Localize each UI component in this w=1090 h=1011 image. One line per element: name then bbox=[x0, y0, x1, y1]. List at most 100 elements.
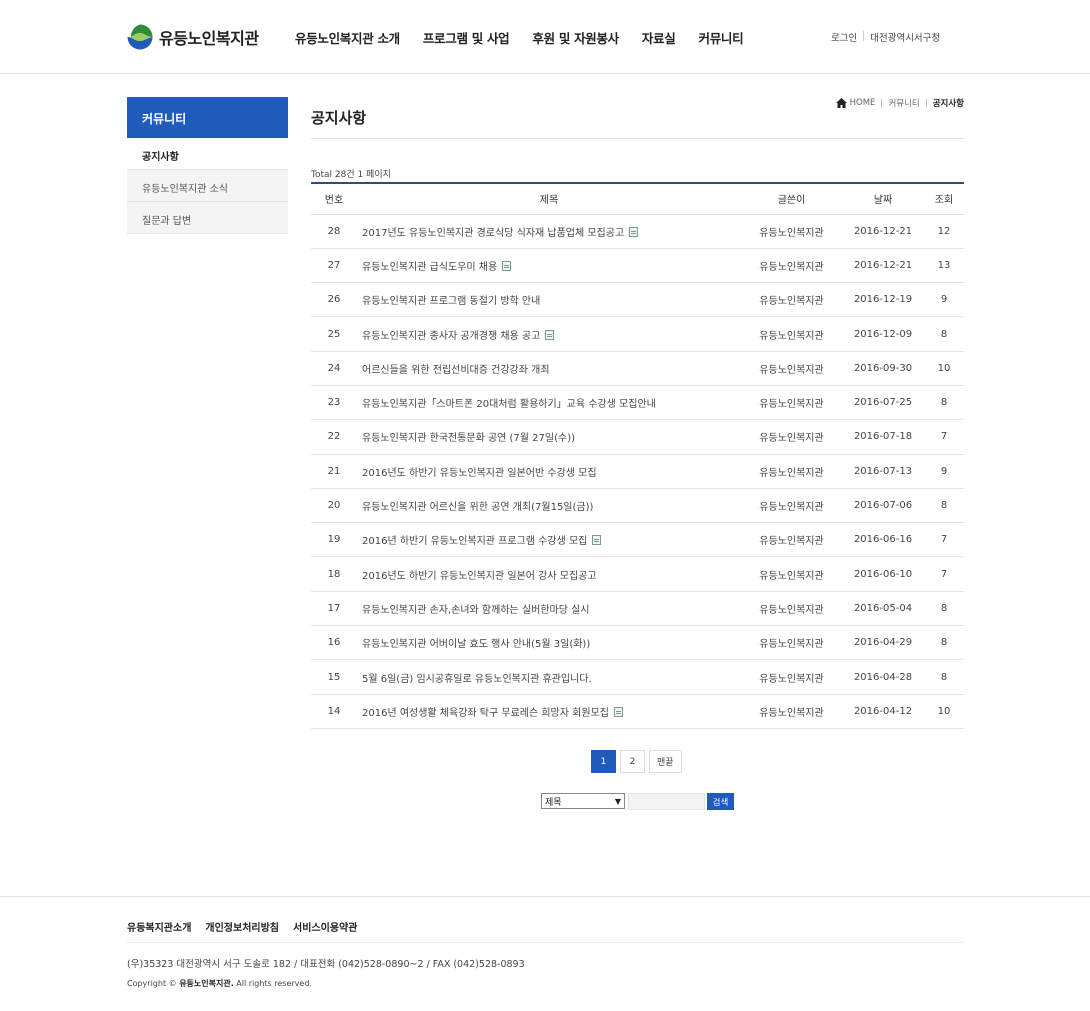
row-subject-cell: 유등노인복지관 어르신을 위한 공연 개최(7월15일(금)) bbox=[357, 488, 741, 524]
row-subject-link[interactable]: 유등노인복지관 프로그램 동절기 방학 안내 bbox=[362, 296, 540, 307]
row-subject-cell: 유등노인복지관 프로그램 동절기 방학 안내 bbox=[357, 282, 741, 318]
row-subject-link[interactable]: 유등노인복지관 급식도우미 채용 bbox=[362, 262, 497, 273]
row-subject-link[interactable]: 유등노인복지관「스마트폰 20대처럼 활용하기」교육 수강생 모집안내 bbox=[362, 399, 656, 410]
row-hits: 10 bbox=[924, 351, 964, 386]
table-row[interactable]: 16 유등노인복지관 어버이날 효도 행사 안내(5월 3일(화)) 유등노인복지관… bbox=[311, 625, 964, 661]
last-page-button[interactable]: 맨끝 bbox=[649, 750, 682, 773]
sidebar-item-qna[interactable]: 질문과 답변 bbox=[127, 202, 288, 234]
nav-item-community[interactable]: 커뮤니티 bbox=[699, 28, 744, 47]
row-subject-cell: 유등노인복지관 한국전통문화 공연 (7월 27일(수)) bbox=[357, 419, 741, 455]
footer-link-about[interactable]: 유등복지관소개 bbox=[127, 919, 191, 934]
search-input[interactable] bbox=[628, 793, 705, 810]
row-number: 20 bbox=[311, 488, 357, 524]
copyright-suffix: All rights reserved. bbox=[236, 979, 312, 988]
row-subject-cell: 2016년 하반기 유등노인복지관 프로그램 수강생 모집 bbox=[357, 522, 741, 558]
row-number: 23 bbox=[311, 385, 357, 421]
row-subject-link[interactable]: 2016년 하반기 유등노인복지관 프로그램 수강생 모집 bbox=[362, 536, 587, 547]
row-subject-link[interactable]: 2017년도 유등노인복지관 경로식당 식자재 납품업체 모집공고 bbox=[362, 228, 624, 239]
table-row[interactable]: 18 2016년도 하반기 유등노인복지관 일본어 강사 모집공고 유등노인복지관 2… bbox=[311, 556, 964, 592]
attachment-icon bbox=[545, 329, 555, 340]
attachment-icon bbox=[592, 535, 602, 546]
row-writer: 유등노인복지관 bbox=[741, 385, 842, 421]
row-writer: 유등노인복지관 bbox=[741, 591, 842, 627]
table-row[interactable]: 28 2017년도 유등노인복지관 경로식당 식자재 납품업체 모집공고 유등노인복… bbox=[311, 214, 964, 249]
search-bar: 제목 ▼ 검색 bbox=[541, 793, 734, 810]
row-writer: 유등노인복지관 bbox=[741, 694, 842, 729]
footer-link-terms[interactable]: 서비스이용약관 bbox=[293, 919, 357, 934]
row-subject-cell: 2016년도 하반기 유등노인복지관 일본어반 수강생 모집 bbox=[357, 454, 741, 489]
utility-links: 로그인 대전광역시서구청 bbox=[831, 30, 940, 44]
divider bbox=[311, 138, 964, 139]
search-button[interactable]: 검색 bbox=[707, 793, 734, 810]
breadcrumb: HOME 커뮤니티 공지사항 bbox=[835, 97, 964, 109]
row-subject-link[interactable]: 2016년 여성생활 체육강좌 탁구 무료레슨 희망자 회원모집 bbox=[362, 708, 609, 719]
city-link[interactable]: 대전광역시서구청 bbox=[870, 30, 940, 44]
row-number: 22 bbox=[311, 419, 357, 455]
site-logo[interactable]: 유등노인복지관 bbox=[127, 24, 259, 50]
row-writer: 유등노인복지관 bbox=[741, 454, 842, 489]
row-subject-link[interactable]: 2016년도 하반기 유등노인복지관 일본어반 수강생 모집 bbox=[362, 468, 597, 479]
page-1-button[interactable]: 1 bbox=[591, 750, 616, 773]
row-subject-cell: 2017년도 유등노인복지관 경로식당 식자재 납품업체 모집공고 bbox=[357, 214, 741, 249]
table-row[interactable]: 21 2016년도 하반기 유등노인복지관 일본어반 수강생 모집 유등노인복지관 2… bbox=[311, 454, 964, 489]
table-row[interactable]: 24 어르신들을 위한 전립선비대증 건강강좌 개최 유등노인복지관 2016-09-… bbox=[311, 351, 964, 386]
row-writer: 유등노인복지관 bbox=[741, 556, 842, 592]
row-date: 2016-07-13 bbox=[842, 454, 924, 489]
table-row[interactable]: 20 유등노인복지관 어르신을 위한 공연 개최(7월15일(금)) 유등노인복지관… bbox=[311, 488, 964, 524]
sidebar-item-news[interactable]: 유등노인복지관 소식 bbox=[127, 170, 288, 202]
row-date: 2016-04-12 bbox=[842, 694, 924, 729]
search-field-select[interactable]: 제목 ▼ bbox=[541, 793, 625, 809]
row-subject-link[interactable]: 유등노인복지관 종사자 공개경쟁 채용 공고 bbox=[362, 331, 540, 342]
table-row[interactable]: 15 5월 6일(금) 임시공휴일로 유등노인복지관 휴관입니다. 유등노인복지관 2… bbox=[311, 659, 964, 695]
row-subject-cell: 2016년 여성생활 체육강좌 탁구 무료레슨 희망자 회원모집 bbox=[357, 694, 741, 729]
breadcrumb-parent[interactable]: 커뮤니티 bbox=[888, 97, 919, 109]
table-row[interactable]: 17 유등노인복지관 손자,손녀와 함께하는 실버한마당 실시 유등노인복지관 201… bbox=[311, 591, 964, 627]
row-subject-link[interactable]: 어르신들을 위한 전립선비대증 건강강좌 개최 bbox=[362, 365, 550, 376]
login-link[interactable]: 로그인 bbox=[831, 30, 857, 44]
nav-item-programs[interactable]: 프로그램 및 사업 bbox=[423, 28, 510, 47]
nav-item-resources[interactable]: 자료실 bbox=[642, 28, 676, 47]
table-row[interactable]: 19 2016년 하반기 유등노인복지관 프로그램 수강생 모집 유등노인복지관 20… bbox=[311, 522, 964, 558]
row-subject-cell: 유등노인복지관 어버이날 효도 행사 안내(5월 3일(화)) bbox=[357, 625, 741, 661]
table-row[interactable]: 27 유등노인복지관 급식도우미 채용 유등노인복지관 2016-12-21 13 bbox=[311, 248, 964, 284]
row-date: 2016-12-21 bbox=[842, 214, 924, 249]
site-footer: 유등복지관소개 개인정보처리방침 서비스이용약관 (우)35323 대전광역시 … bbox=[0, 896, 1090, 1011]
table-row[interactable]: 23 유등노인복지관「스마트폰 20대처럼 활용하기」교육 수강생 모집안내 유등노… bbox=[311, 385, 964, 421]
row-subject-link[interactable]: 유등노인복지관 한국전통문화 공연 (7월 27일(수)) bbox=[362, 433, 575, 444]
nav-item-donation[interactable]: 후원 및 자원봉사 bbox=[532, 28, 619, 47]
divider bbox=[127, 942, 964, 943]
row-date: 2016-05-04 bbox=[842, 591, 924, 627]
page-2-button[interactable]: 2 bbox=[620, 750, 645, 773]
sidebar-item-notice[interactable]: 공지사항 bbox=[127, 138, 288, 170]
row-number: 25 bbox=[311, 316, 357, 352]
row-subject-link[interactable]: 유등노인복지관 손자,손녀와 함께하는 실버한마당 실시 bbox=[362, 605, 590, 616]
breadcrumb-home[interactable]: HOME bbox=[850, 98, 876, 108]
footer-link-privacy[interactable]: 개인정보처리방침 bbox=[205, 919, 279, 934]
row-number: 15 bbox=[311, 659, 357, 695]
row-number: 27 bbox=[311, 248, 357, 284]
breadcrumb-current: 공지사항 bbox=[932, 99, 964, 109]
row-subject-link[interactable]: 5월 6일(금) 임시공휴일로 유등노인복지관 휴관입니다. bbox=[362, 674, 592, 685]
sidebar-title: 커뮤니티 bbox=[127, 97, 288, 138]
row-number: 14 bbox=[311, 694, 357, 729]
row-subject-cell: 어르신들을 위한 전립선비대증 건강강좌 개최 bbox=[357, 351, 741, 386]
row-subject-link[interactable]: 유등노인복지관 어르신을 위한 공연 개최(7월15일(금)) bbox=[362, 502, 593, 513]
table-row[interactable]: 26 유등노인복지관 프로그램 동절기 방학 안내 유등노인복지관 2016-12-1… bbox=[311, 282, 964, 318]
table-row[interactable]: 22 유등노인복지관 한국전통문화 공연 (7월 27일(수)) 유등노인복지관 20… bbox=[311, 419, 964, 455]
row-subject-link[interactable]: 유등노인복지관 어버이날 효도 행사 안내(5월 3일(화)) bbox=[362, 639, 590, 650]
row-subject-link[interactable]: 2016년도 하반기 유등노인복지관 일본어 강사 모집공고 bbox=[362, 571, 597, 582]
row-date: 2016-07-25 bbox=[842, 385, 924, 421]
main-nav: 유등노인복지관 소개 프로그램 및 사업 후원 및 자원봉사 자료실 커뮤니티 bbox=[295, 28, 766, 47]
table-row[interactable]: 25 유등노인복지관 종사자 공개경쟁 채용 공고 유등노인복지관 2016-12-0… bbox=[311, 316, 964, 352]
table-row[interactable]: 14 2016년 여성생활 체육강좌 탁구 무료레슨 희망자 회원모집 유등노인복지… bbox=[311, 694, 964, 729]
row-number: 19 bbox=[311, 522, 357, 558]
nav-item-about[interactable]: 유등노인복지관 소개 bbox=[295, 28, 400, 47]
footer-address: (우)35323 대전광역시 서구 도솔로 182 / 대표전화 (042)52… bbox=[127, 959, 525, 970]
row-hits: 7 bbox=[924, 556, 964, 592]
row-writer: 유등노인복지관 bbox=[741, 282, 842, 318]
row-hits: 7 bbox=[924, 522, 964, 558]
row-writer: 유등노인복지관 bbox=[741, 316, 842, 352]
row-number: 18 bbox=[311, 556, 357, 592]
row-subject-cell: 2016년도 하반기 유등노인복지관 일본어 강사 모집공고 bbox=[357, 556, 741, 592]
site-header: 유등노인복지관 유등노인복지관 소개 프로그램 및 사업 후원 및 자원봉사 자… bbox=[0, 0, 1090, 74]
